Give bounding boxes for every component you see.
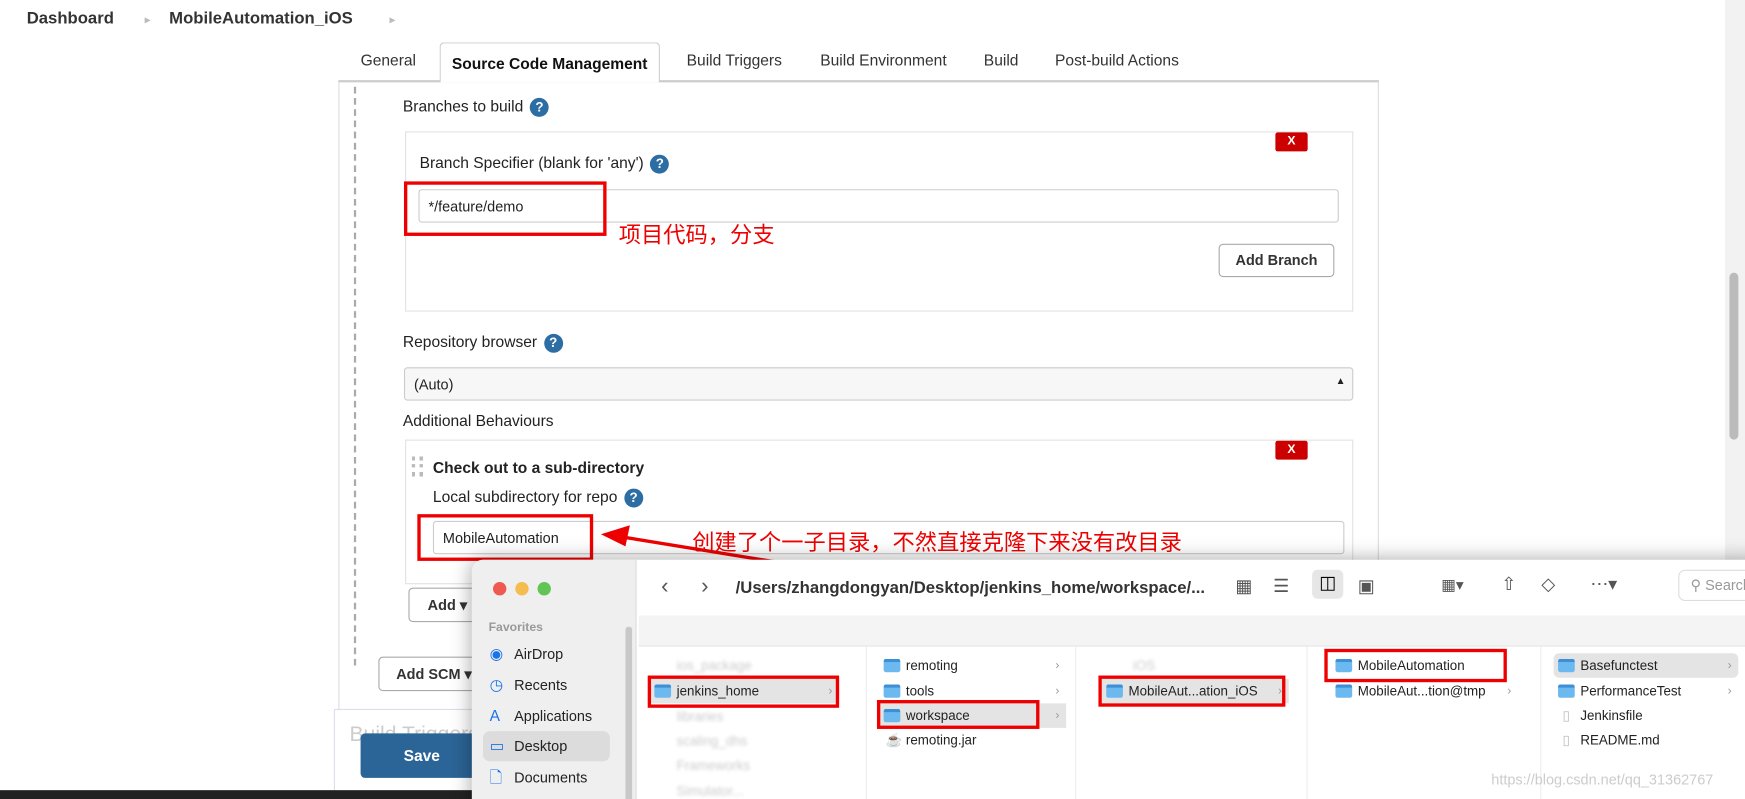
sidebar-item-documents[interactable]: 🗋 Documents	[483, 762, 610, 792]
sidebar-label: AirDrop	[514, 645, 564, 663]
finder-sidebar: Favorites ◉ AirDrop ◷ Recents A Application…	[471, 559, 637, 799]
folder-icon	[1558, 684, 1575, 698]
folder-name: tools	[905, 683, 935, 699]
column-path-bar	[638, 615, 1745, 647]
file-icon: ▯	[1562, 732, 1570, 748]
column-view-icon[interactable]: ◫	[1312, 569, 1344, 599]
gallery-view-icon[interactable]: ▣	[1358, 575, 1375, 597]
folder-mobileautomation-tmp[interactable]: MobileAut...tion@tmp ›	[1331, 679, 1518, 703]
document-icon: 🗋	[489, 767, 503, 786]
zoom-window-button[interactable]	[537, 582, 551, 596]
chevron-right-icon: ›	[1055, 658, 1060, 673]
folder-performancetest[interactable]: PerformanceTest ›	[1554, 679, 1739, 703]
folder-icon	[1335, 684, 1353, 698]
file-icon: ▯	[1562, 707, 1570, 724]
tag-icon[interactable]: ◇	[1541, 573, 1555, 595]
file-name: Jenkinsfile	[1580, 707, 1643, 724]
jar-icon: ☕	[885, 732, 903, 748]
folder-icon	[883, 658, 901, 673]
watermark: https://blog.csdn.net/qq_31362767	[1491, 771, 1714, 788]
more-icon[interactable]: ⋯▾	[1590, 573, 1617, 595]
desktop-icon: ▭	[489, 736, 505, 755]
file-readme[interactable]: ▯ README.md	[1554, 728, 1660, 752]
highlight-box	[647, 675, 840, 708]
chevron-right-icon: ›	[1507, 684, 1512, 698]
folder-name: PerformanceTest	[1580, 683, 1682, 699]
file-name: README.md	[1580, 732, 1660, 748]
applications-icon: A	[489, 706, 501, 725]
chevron-right-icon: ›	[1727, 684, 1732, 698]
highlight-box	[1098, 675, 1286, 707]
group-icon[interactable]: ▦▾	[1441, 575, 1464, 594]
file-remoting-jar[interactable]: ☕ remoting.jar	[879, 728, 977, 752]
sidebar-label: Desktop	[514, 737, 568, 755]
sidebar-item-applications[interactable]: A Applications	[483, 701, 610, 731]
airdrop-icon: ◉	[489, 644, 504, 663]
back-icon[interactable]: ‹	[661, 574, 668, 600]
folder-icon	[883, 684, 901, 698]
folder-remoting[interactable]: remoting ›	[879, 653, 1066, 677]
forward-icon[interactable]: ›	[701, 574, 708, 600]
sidebar-label: Documents	[514, 769, 588, 786]
chevron-right-icon: ›	[1727, 658, 1732, 673]
folder-name: MobileAut...tion@tmp	[1357, 683, 1486, 699]
folder-name: remoting	[905, 657, 958, 674]
search-placeholder: Search	[1705, 576, 1745, 594]
sidebar-item-recents[interactable]: ◷ Recents	[483, 670, 610, 700]
sidebar-scrollbar[interactable]	[625, 626, 633, 799]
search-input[interactable]: ⚲ Search	[1678, 569, 1745, 601]
icon-view-icon[interactable]: ▦	[1235, 575, 1252, 597]
file-name: remoting.jar	[905, 732, 977, 748]
highlight-box	[876, 700, 1040, 729]
chevron-right-icon: ›	[1055, 684, 1060, 698]
minimize-window-button[interactable]	[515, 582, 529, 596]
list-view-icon[interactable]: ☰	[1273, 575, 1289, 597]
finder-window: Favorites ◉ AirDrop ◷ Recents A Application…	[471, 559, 1745, 799]
column-divider	[1075, 646, 1077, 799]
clock-icon: ◷	[489, 675, 504, 694]
close-window-button[interactable]	[493, 582, 507, 596]
sidebar-label: Recents	[514, 676, 568, 694]
finder-path: /Users/zhangdongyan/Desktop/jenkins_home…	[735, 578, 1206, 598]
folder-icon	[1558, 658, 1575, 673]
sidebar-label: Applications	[514, 707, 593, 725]
column-divider	[865, 646, 867, 799]
sidebar-item-desktop[interactable]: ▭ Desktop	[482, 731, 610, 762]
folder-basefunctest[interactable]: Basefunctest ›	[1553, 653, 1739, 678]
sidebar-item-airdrop[interactable]: ◉ AirDrop	[483, 639, 610, 669]
column-divider	[1306, 646, 1308, 799]
highlight-box	[1324, 648, 1507, 683]
share-icon[interactable]: ⇧	[1501, 573, 1516, 595]
favorites-label: Favorites	[488, 620, 544, 635]
folder-name: Basefunctest	[1580, 657, 1658, 674]
chevron-right-icon: ›	[1055, 708, 1060, 723]
file-jenkinsfile[interactable]: ▯ Jenkinsfile	[1554, 703, 1643, 727]
